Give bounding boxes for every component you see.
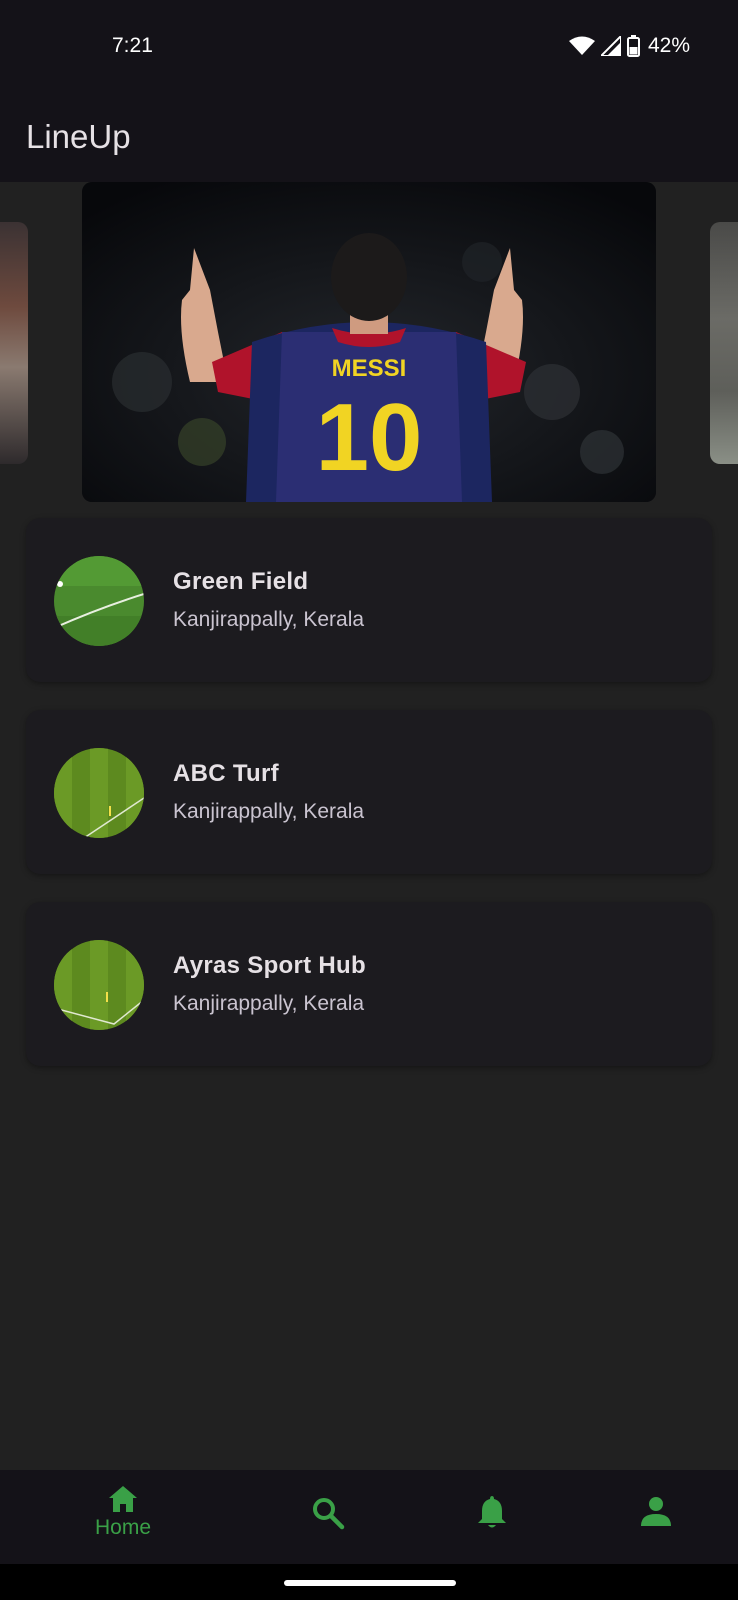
app-title: LineUp xyxy=(26,118,131,155)
carousel-prev-item[interactable] xyxy=(0,222,28,464)
nav-profile[interactable] xyxy=(634,1470,678,1564)
status-bar: 7:21 42% xyxy=(0,0,738,96)
venue-location: Kanjirappally, Kerala xyxy=(173,800,365,823)
bell-icon xyxy=(478,1496,506,1528)
jersey-name: MESSI xyxy=(332,355,407,382)
nav-search[interactable] xyxy=(306,1470,350,1564)
venue-name: ABC Turf xyxy=(173,760,279,787)
venue-card[interactable]: Green Field Kanjirappally, Kerala xyxy=(26,518,712,682)
signal-icon xyxy=(600,36,621,56)
person-icon xyxy=(641,1497,671,1526)
wifi-icon xyxy=(568,36,595,55)
nav-home-label: Home xyxy=(94,1516,152,1539)
status-icons: 42% xyxy=(568,34,690,58)
venue-image xyxy=(54,556,144,646)
venue-image xyxy=(54,940,144,1030)
messi-10-photo: MESSI 10 xyxy=(82,182,656,502)
bottom-navigation: Home xyxy=(0,1470,738,1564)
home-icon xyxy=(109,1486,137,1512)
carousel-next-item[interactable] xyxy=(710,222,738,464)
turf-photo xyxy=(54,556,144,646)
venue-location: Kanjirappally, Kerala xyxy=(173,608,365,631)
venue-image xyxy=(54,748,144,838)
venue-card[interactable]: ABC Turf Kanjirappally, Kerala xyxy=(26,710,712,874)
battery-icon xyxy=(626,35,640,57)
jersey-number: 10 xyxy=(316,384,423,491)
image-carousel[interactable]: MESSI 10 xyxy=(0,182,738,504)
venue-name: Green Field xyxy=(173,568,309,595)
turf-photo xyxy=(54,748,144,838)
battery-percent: 42% xyxy=(647,34,690,57)
gesture-handle[interactable] xyxy=(284,1580,456,1586)
search-icon xyxy=(313,1498,345,1530)
venue-card[interactable]: Ayras Sport Hub Kanjirappally, Kerala xyxy=(26,902,712,1066)
status-time: 7:21 xyxy=(112,34,153,57)
venue-name: Ayras Sport Hub xyxy=(173,952,366,979)
app-bar: LineUp xyxy=(0,96,738,182)
gesture-navigation-bar xyxy=(0,1564,738,1600)
nav-home[interactable]: Home xyxy=(80,1470,166,1564)
carousel-main-item[interactable]: MESSI 10 xyxy=(82,182,656,502)
venue-location: Kanjirappally, Kerala xyxy=(173,992,365,1015)
turf-photo xyxy=(54,940,144,1030)
nav-notifications[interactable] xyxy=(470,1470,514,1564)
